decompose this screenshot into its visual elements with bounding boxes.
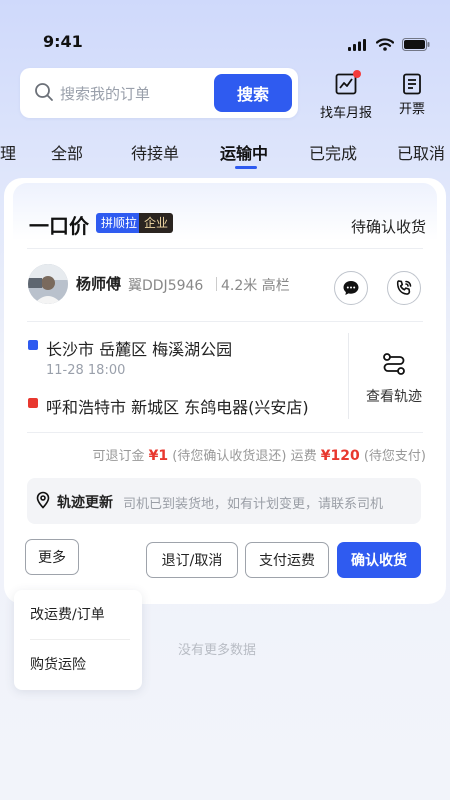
refund-label: 可退订金 xyxy=(92,449,145,464)
status-icons xyxy=(348,38,430,51)
menu-item-edit-freight[interactable]: 改运费/订单 xyxy=(30,604,105,624)
price-type: 一口价 xyxy=(29,214,89,238)
tab-completed[interactable]: 已完成 xyxy=(309,140,357,164)
invoice-label: 开票 xyxy=(399,102,426,117)
location-pin-icon xyxy=(36,491,50,509)
signal-icon xyxy=(348,38,366,51)
avatar-image xyxy=(28,264,68,304)
view-track-button[interactable]: 查看轨迹 xyxy=(362,350,426,406)
invoice-button[interactable]: 开票 xyxy=(399,72,425,117)
wifi-icon xyxy=(376,38,394,51)
driver-name: 杨师傅 xyxy=(76,275,122,293)
freight-amount: ¥120 xyxy=(320,448,360,464)
freight-note: (待您支付) xyxy=(363,449,426,464)
origin-address: 长沙市 岳麓区 梅溪湖公园 xyxy=(46,340,233,359)
refund-amount: ¥1 xyxy=(148,448,169,464)
battery-icon xyxy=(402,38,430,51)
tip-text: 司机已到装货地，如有计划变更，请联系司机 xyxy=(123,497,384,512)
more-menu: 改运费/订单 购货运险 xyxy=(14,590,142,690)
refund-note: (待您确认收货退还) xyxy=(172,449,287,464)
track-update-notice: 轨迹更新 司机已到装货地，如有计划变更，请联系司机 xyxy=(27,478,421,524)
status-bar: 9:41 xyxy=(0,0,450,60)
cancel-order-button[interactable]: 退订/取消 xyxy=(146,542,238,578)
chat-button[interactable] xyxy=(334,271,368,305)
truck-spec: 4.2米 高栏 xyxy=(221,278,290,294)
divider xyxy=(27,432,423,433)
divider xyxy=(27,248,423,249)
search-button[interactable]: 搜索 xyxy=(214,74,292,112)
chat-icon xyxy=(343,281,359,295)
confirm-receipt-button[interactable]: 确认收货 xyxy=(337,542,421,578)
phone-icon xyxy=(396,280,412,295)
chart-icon-wrap xyxy=(334,70,361,100)
tab-cancelled[interactable]: 已取消 xyxy=(397,140,445,164)
badge-enterprise: 企业 xyxy=(139,213,174,233)
call-button[interactable] xyxy=(387,271,421,305)
view-track-label: 查看轨迹 xyxy=(366,389,422,405)
origin-dot xyxy=(28,340,38,350)
search-box[interactable]: 搜索我的订单 搜索 xyxy=(20,68,298,118)
driver-avatar xyxy=(28,264,68,304)
menu-divider xyxy=(30,639,130,640)
monthly-report-label: 找车月报 xyxy=(320,106,373,121)
destination-dot xyxy=(28,398,38,408)
status-time: 9:41 xyxy=(43,32,83,51)
license-plate: 翼DDJ5946 xyxy=(128,278,204,294)
tab-all[interactable]: 全部 xyxy=(51,140,83,164)
search-icon xyxy=(35,83,53,101)
invoice-icon xyxy=(403,73,421,95)
tab-in-transit[interactable]: 运输中 xyxy=(220,140,268,164)
tab-pending[interactable]: 待接单 xyxy=(131,140,179,164)
order-tabs: 理 全部 待接单 运输中 已完成 已取消 xyxy=(0,130,450,170)
active-tab-indicator xyxy=(235,166,257,169)
more-button[interactable]: 更多 xyxy=(25,539,79,575)
search-input[interactable]: 搜索我的订单 xyxy=(60,83,150,104)
badge-pinshunla: 拼顺拉 xyxy=(96,213,143,233)
separator xyxy=(216,277,217,291)
order-status: 待确认收货 xyxy=(350,218,426,236)
vertical-divider xyxy=(348,333,349,419)
route-track-icon xyxy=(383,353,405,375)
freight-label: 运费 xyxy=(290,449,317,464)
no-more-data: 没有更多数据 xyxy=(178,643,257,658)
menu-item-cargo-insurance[interactable]: 购货运险 xyxy=(30,654,86,674)
tab-partial[interactable]: 理 xyxy=(0,140,16,164)
destination-address: 呼和浩特市 新城区 东鸽电器(兴安店) xyxy=(46,398,309,417)
divider xyxy=(27,321,423,322)
monthly-report-button[interactable]: 找车月报 xyxy=(320,70,373,121)
pickup-time: 11-28 18:00 xyxy=(46,363,126,378)
notification-dot xyxy=(353,70,361,78)
pay-freight-button[interactable]: 支付运费 xyxy=(245,542,329,578)
fee-summary: 可退订金 ¥1 (待您确认收货退还) 运费 ¥120 (待您支付) xyxy=(93,445,427,464)
tip-title: 轨迹更新 xyxy=(57,495,113,511)
